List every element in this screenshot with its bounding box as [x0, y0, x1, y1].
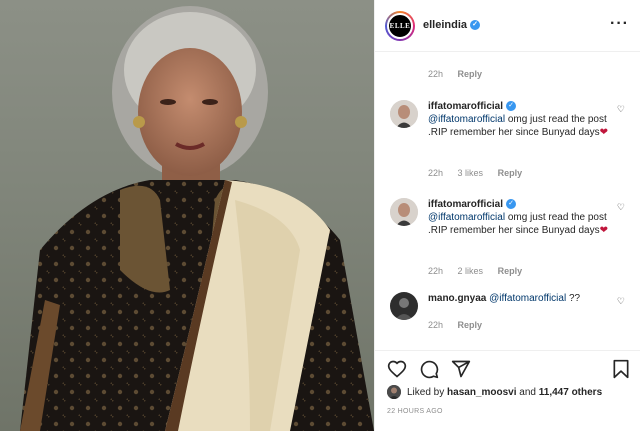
comment-icon[interactable] [419, 359, 439, 379]
comment-like-heart-icon[interactable]: ♡ [617, 202, 625, 213]
account-username[interactable]: elleindia [423, 19, 467, 31]
heart-icon[interactable] [387, 359, 407, 379]
post-photo[interactable] [0, 0, 374, 431]
comment-likes[interactable]: 3 likes [458, 168, 484, 178]
reply-button[interactable]: Reply [498, 266, 523, 276]
likes-prefix: Liked by [407, 386, 445, 398]
comment-like-heart-icon[interactable]: ♡ [617, 104, 625, 115]
liker-avatar[interactable] [387, 385, 401, 399]
likes-count[interactable]: 11,447 others [539, 387, 602, 398]
comment-text: iffatomarofficial ✓ @iffatomarofficial om… [428, 100, 618, 139]
commenter-avatar[interactable] [390, 100, 418, 128]
comment-meta: 22h Reply [428, 320, 494, 330]
reply-button[interactable]: Reply [458, 69, 483, 79]
post-actions-bar [375, 350, 640, 382]
likes-summary: Liked by hasan_moosvi and 11,447 others [387, 385, 602, 399]
reply-button[interactable]: Reply [498, 168, 523, 178]
comment-username[interactable]: iffatomarofficial [428, 199, 503, 210]
instagram-post: ELLE elleindia ✓ ··· 22h Reply iffatomaro… [0, 0, 640, 431]
red-heart-emoji: ❤ [599, 225, 608, 236]
liker-username[interactable]: hasan_moosvi [447, 387, 516, 398]
bookmark-icon[interactable] [611, 359, 631, 379]
avatar-logo: ELLE [387, 13, 413, 39]
comment-text: mano.gnyaa @iffatomarofficial ?? [428, 292, 618, 305]
comment-like-heart-icon[interactable]: ♡ [617, 296, 625, 307]
account-avatar[interactable]: ELLE [385, 11, 415, 41]
comment-username[interactable]: iffatomarofficial [428, 101, 503, 112]
comment-mention[interactable]: @iffatomarofficial [428, 212, 505, 223]
comment-likes[interactable]: 2 likes [458, 266, 484, 276]
portrait-illustration [20, 6, 374, 431]
commenter-avatar[interactable] [390, 198, 418, 226]
commenter-avatar[interactable] [390, 292, 418, 320]
red-heart-emoji: ❤ [599, 127, 608, 138]
comment-meta: 22h 2 likes Reply [428, 266, 534, 276]
comment-body: ?? [566, 293, 581, 304]
comment-meta: 22h 3 likes Reply [428, 168, 534, 178]
comment-time: 22h [428, 320, 444, 330]
comments-list[interactable]: 22h Reply iffatomarofficial ✓ @iffatomaro… [375, 52, 640, 344]
comment-time: 22h [428, 69, 444, 79]
reply-button[interactable]: Reply [458, 320, 483, 330]
verified-badge-icon: ✓ [506, 199, 517, 210]
likes-middle: and [519, 386, 536, 398]
share-icon[interactable] [451, 359, 471, 379]
account-username-row: elleindia ✓ [423, 19, 481, 31]
comment-time: 22h [428, 266, 444, 276]
comment-text: iffatomarofficial ✓ @iffatomarofficial om… [428, 198, 618, 237]
post-sidebar: ELLE elleindia ✓ ··· 22h Reply iffatomaro… [374, 0, 640, 431]
post-timestamp[interactable]: 22 HOURS AGO [387, 408, 443, 415]
verified-badge-icon: ✓ [506, 101, 517, 112]
comment-mention[interactable]: @iffatomarofficial [428, 114, 505, 125]
more-horizontal-icon[interactable]: ··· [610, 16, 629, 32]
comment-meta: 22h Reply [428, 69, 494, 79]
comment-time: 22h [428, 168, 444, 178]
comment-mention[interactable]: @iffatomarofficial [489, 293, 566, 304]
comment-username[interactable]: mano.gnyaa [428, 293, 486, 304]
verified-badge-icon: ✓ [470, 20, 481, 31]
post-header: ELLE elleindia ✓ ··· [375, 0, 640, 52]
